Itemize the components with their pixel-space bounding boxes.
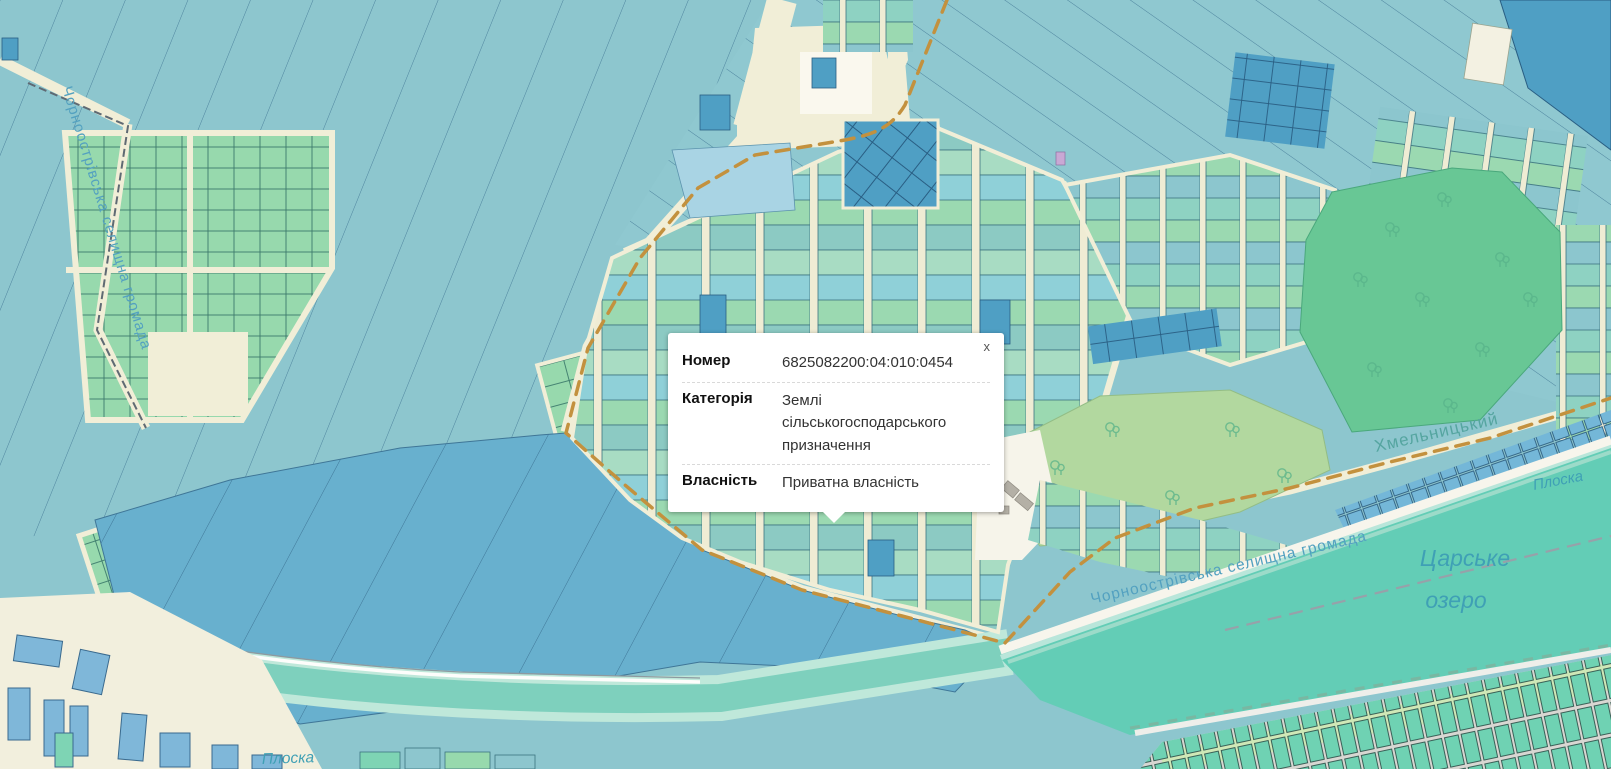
- light-blue-parcel[interactable]: [671, 142, 796, 219]
- field-label-category: Категорія: [682, 389, 753, 407]
- popup-rows: Номер 6825082200:04:010:0454 Категорія З…: [682, 345, 990, 502]
- popup-close-button[interactable]: x: [980, 338, 995, 355]
- parcel-info-popup: x Номер 6825082200:04:010:0454 Категорія…: [668, 333, 1004, 523]
- label-river-west: Плоска: [262, 749, 315, 768]
- road-patch: [148, 332, 248, 416]
- popup-arrow: [823, 511, 845, 523]
- field-value-ownership: Приватна власність: [782, 474, 919, 491]
- popup-row-number: Номер 6825082200:04:010:0454: [682, 345, 990, 382]
- blue-parcels-northeast[interactable]: [1225, 52, 1335, 149]
- label-lake-line1: Царське: [1420, 545, 1510, 571]
- small-grid-north[interactable]: [823, 0, 913, 52]
- field-label-ownership: Власність: [682, 472, 758, 489]
- white-parcel[interactable]: [1463, 22, 1513, 86]
- map-viewport[interactable]: Чорноострівська селищна громада Чорноост…: [0, 0, 1611, 769]
- field-value-number: 6825082200:04:010:0454: [782, 354, 954, 371]
- field-value-category: Землі сільськогосподарського призначення: [782, 391, 947, 454]
- popup-row-category: Категорія Землі сільськогосподарського п…: [682, 381, 990, 465]
- label-lake-line2: озеро: [1425, 587, 1487, 613]
- blue-parcel-block-north[interactable]: [841, 118, 940, 210]
- popup-row-ownership: Власність Приватна власність: [682, 464, 990, 502]
- field-label-number: Номер: [682, 352, 731, 369]
